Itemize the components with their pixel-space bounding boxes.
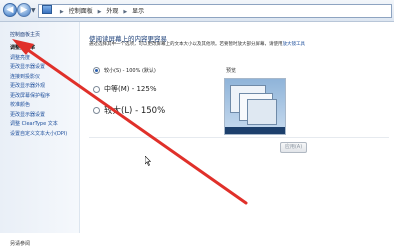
mouse-cursor-icon [145, 156, 151, 166]
see-also-heading: 另请参阅 [10, 241, 31, 247]
annotation-arrow-shaft [26, 48, 248, 205]
annotation-arrow [12, 39, 248, 205]
